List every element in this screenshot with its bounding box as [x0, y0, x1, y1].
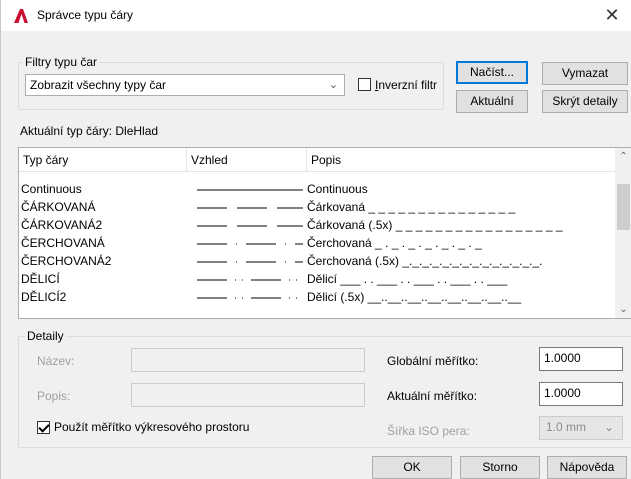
description-label: Popis: — [37, 389, 71, 403]
list-header: Typ čáry Vzhled Popis — [19, 148, 631, 172]
linetype-preview — [197, 189, 303, 191]
invert-filter-label: Inverzní filtr — [375, 78, 438, 92]
chevron-down-icon: ⌄ — [603, 420, 614, 434]
linetype-description: Dělicí (.5x) __..__..__..__..__..__..__.… — [307, 290, 522, 304]
linetype-preview — [197, 297, 303, 299]
chevron-down-icon: ⌄ — [328, 79, 338, 91]
column-header-description[interactable]: Popis — [307, 148, 617, 172]
filters-group-label: Filtry typu čar — [23, 55, 100, 69]
column-header-appearance[interactable]: Vzhled — [187, 148, 307, 172]
cancel-button[interactable]: Storno — [460, 456, 540, 479]
iso-pen-width-select[interactable]: 1.0 mm ⌄ — [539, 416, 623, 440]
linetype-preview — [197, 279, 303, 281]
linetype-name: ČERCHOVANÁ2 — [21, 254, 112, 268]
description-field[interactable] — [131, 383, 365, 407]
name-field[interactable] — [131, 348, 365, 372]
linetype-name: ČÁRKOVANÁ2 — [21, 218, 103, 232]
linetype-preview — [197, 243, 303, 245]
scroll-up-icon[interactable]: ⌃ — [615, 148, 631, 165]
iso-pen-width-label: Šířka ISO pera: — [387, 424, 470, 438]
linetype-description: Čerchovaná _ . _ . _ . _ . _ . _ . _ — [307, 236, 482, 250]
linetype-name: ČÁRKOVANÁ — [21, 200, 96, 214]
invert-filter-checkbox[interactable] — [358, 78, 371, 91]
global-scale-input[interactable]: 1.0000 — [539, 347, 623, 371]
details-group-label: Detaily — [25, 329, 66, 343]
linetype-name: ČERCHOVANÁ — [21, 236, 105, 250]
linetype-preview — [197, 207, 303, 209]
load-button[interactable]: Načíst... — [456, 61, 528, 84]
autocad-logo-icon — [14, 9, 28, 23]
name-label: Název: — [37, 354, 75, 368]
linetype-name: DĚLICÍ2 — [21, 290, 67, 304]
current-scale-label: Aktuální měřítko: — [387, 389, 478, 403]
linetype-description: Čárkovaná _ _ _ _ _ _ _ _ _ _ _ _ _ _ _ — [307, 200, 516, 214]
filter-combo[interactable]: Zobrazit všechny typy čar ⌄ — [25, 74, 345, 96]
global-scale-label: Globální měřítko: — [387, 354, 479, 368]
linetype-description: Čárkovaná (.5x) _ _ _ _ _ _ _ _ _ _ _ _ … — [307, 218, 563, 232]
help-button[interactable]: Nápověda — [547, 456, 627, 479]
paperspace-scale-checkbox[interactable] — [37, 421, 50, 434]
column-header-linetype[interactable]: Typ čáry — [19, 148, 187, 172]
table-row[interactable]: DĚLICÍ Dělicí ___ . . ___ . . ___ . . __… — [19, 270, 614, 288]
linetype-description: Čerchovaná (.5x) _._._._._._._._._._._._… — [307, 254, 543, 268]
table-row[interactable]: ČERCHOVANÁ2 Čerchovaná (.5x) _._._._._._… — [19, 252, 614, 270]
linetype-name: Continuous — [21, 182, 82, 196]
scroll-thumb[interactable] — [617, 184, 630, 230]
current-scale-input[interactable]: 1.0000 — [539, 382, 623, 406]
hide-details-button[interactable]: Skrýt detaily — [542, 90, 628, 113]
delete-button[interactable]: Vymazat — [542, 62, 628, 85]
linetype-description: Dělicí ___ . . ___ . . ___ . . ___ . . _… — [307, 272, 508, 286]
table-row[interactable]: ČÁRKOVANÁ2 Čárkovaná (.5x) _ _ _ _ _ _ _… — [19, 216, 614, 234]
list-scrollbar[interactable]: ⌃ ⌄ — [615, 148, 631, 318]
linetype-description: Continuous — [307, 182, 368, 196]
window-title: Správce typu čáry — [37, 8, 134, 22]
table-row[interactable]: ČÁRKOVANÁ Čárkovaná _ _ _ _ _ _ _ _ _ _ … — [19, 198, 614, 216]
table-row[interactable]: ČERCHOVANÁ Čerchovaná _ . _ . _ . _ . _ … — [19, 234, 614, 252]
scroll-down-icon[interactable]: ⌄ — [615, 301, 631, 318]
iso-pen-width-value: 1.0 mm — [546, 420, 587, 434]
linetype-list[interactable]: Typ čáry Vzhled Popis Continuous Continu… — [18, 147, 631, 319]
paperspace-scale-label: Použít měřítko výkresového prostoru — [54, 420, 250, 434]
linetype-preview — [197, 261, 303, 263]
table-row[interactable]: Continuous Continuous — [19, 180, 614, 198]
linetype-preview — [197, 225, 303, 227]
current-button[interactable]: Aktuální — [456, 90, 528, 113]
ok-button[interactable]: OK — [372, 456, 452, 479]
current-linetype-text: Aktuální typ čáry: DleHlad — [20, 124, 159, 138]
title-bar: Správce typu čáry ✕ — [1, 0, 631, 31]
filter-combo-value: Zobrazit všechny typy čar — [30, 78, 167, 92]
linetype-manager-dialog: Správce typu čáry ✕ Filtry typu čar Zobr… — [0, 0, 631, 479]
linetype-name: DĚLICÍ — [21, 272, 60, 286]
invert-filter-label-rest: nverzní filtr — [378, 78, 438, 92]
table-row[interactable]: DĚLICÍ2 Dělicí (.5x) __..__..__..__..__.… — [19, 288, 614, 306]
close-icon[interactable]: ✕ — [592, 0, 631, 31]
